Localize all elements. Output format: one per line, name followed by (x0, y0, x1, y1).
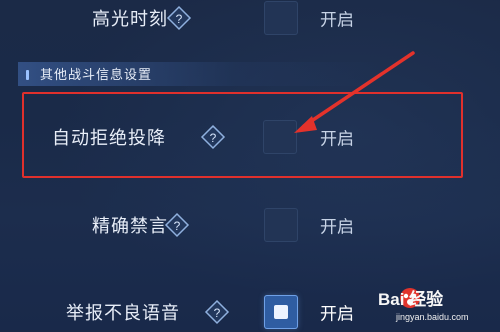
setting-label: 高光时刻 (92, 9, 168, 29)
help-icon[interactable]: ? (166, 5, 192, 31)
toggle-state-label: 开启 (320, 10, 354, 30)
toggle-knob (274, 305, 288, 319)
toggle-report-voice[interactable] (264, 295, 298, 329)
setting-row-highlight: 高光时刻 ? 开启 (0, 0, 500, 38)
setting-label: 精确禁言 (92, 216, 168, 236)
watermark-brand: Bai 经验 (378, 289, 444, 309)
svg-text:?: ? (174, 219, 181, 233)
highlight-box (22, 92, 463, 178)
toggle-state-label: 开启 (320, 304, 354, 324)
svg-text:?: ? (214, 306, 221, 320)
section-title: 其他战斗信息设置 (40, 67, 153, 82)
help-icon[interactable]: ? (204, 299, 230, 325)
baidu-watermark: Bai 经验 jingyan.baidu.com (378, 288, 469, 322)
setting-label: 举报不良语音 (66, 303, 180, 323)
help-icon[interactable]: ? (164, 212, 190, 238)
svg-text:?: ? (176, 12, 183, 26)
setting-row-precise-mute: 精确禁言 ? 开启 (0, 205, 500, 245)
section-marker (26, 70, 29, 80)
toggle-precise-mute[interactable] (264, 208, 298, 242)
toggle-state-label: 开启 (320, 217, 354, 237)
watermark-url: jingyan.baidu.com (395, 312, 469, 322)
toggle-highlight[interactable] (264, 1, 298, 35)
